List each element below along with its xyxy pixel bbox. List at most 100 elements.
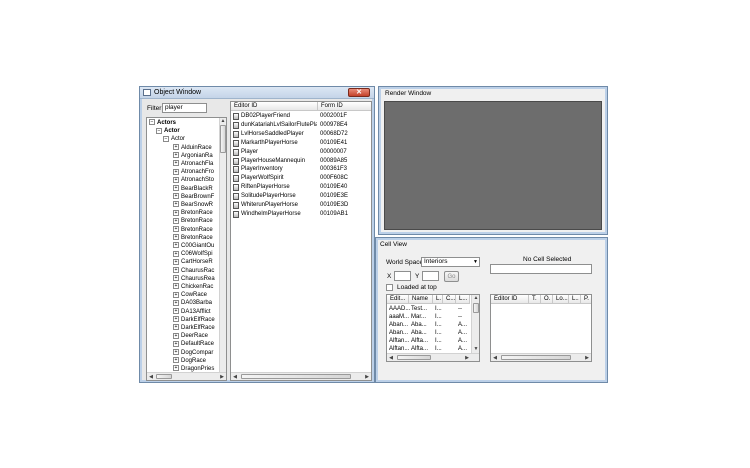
expand-icon[interactable]: + bbox=[173, 258, 179, 265]
expand-icon[interactable]: + bbox=[173, 365, 179, 372]
list-item[interactable]: dunKatariahLvlSailorFlutePla... 000978E4 bbox=[231, 121, 371, 130]
list-item[interactable]: WhiterunPlayerHorse 00109E3D bbox=[231, 201, 371, 210]
expand-icon[interactable]: + bbox=[173, 291, 179, 298]
expand-icon[interactable]: + bbox=[173, 332, 179, 339]
list-item[interactable]: PlayerWolfSpirit 000F608C bbox=[231, 174, 371, 183]
cell-row[interactable]: Aban... Aba... I... A... bbox=[387, 321, 471, 329]
expand-icon[interactable]: + bbox=[173, 193, 179, 200]
scroll-right-arrow[interactable]: ▶ bbox=[584, 355, 590, 361]
list-item[interactable]: MarkarthPlayerHorse 00109E41 bbox=[231, 139, 371, 148]
tree-node[interactable]: + DarkElfRace bbox=[173, 324, 215, 332]
expand-icon[interactable]: + bbox=[173, 144, 179, 151]
cell-row[interactable]: Alftan... Alfta... I... A... bbox=[387, 345, 471, 353]
cell-column-header-editor-id[interactable]: Edit... bbox=[387, 295, 409, 304]
expand-icon[interactable]: + bbox=[173, 217, 179, 224]
expand-icon[interactable]: + bbox=[173, 152, 179, 159]
scroll-left-arrow[interactable]: ◀ bbox=[148, 374, 154, 380]
expand-icon[interactable]: + bbox=[173, 201, 179, 208]
list-item[interactable]: LvlHorseSaddledPlayer 00068D72 bbox=[231, 130, 371, 139]
cell-list-horizontal-scrollbar[interactable]: ◀ ▶ bbox=[387, 353, 479, 361]
expand-icon[interactable]: + bbox=[173, 357, 179, 364]
scroll-left-arrow[interactable]: ◀ bbox=[492, 355, 498, 361]
tree-node[interactable]: + BretonRace bbox=[173, 226, 213, 234]
tree-node[interactable]: − Actors bbox=[149, 119, 176, 127]
object-column-header-lock[interactable]: Lo... bbox=[553, 295, 569, 304]
tree-node[interactable]: + BretonRace bbox=[173, 234, 213, 242]
expand-icon[interactable]: + bbox=[173, 160, 179, 167]
cell-row[interactable]: Alftan... Alfta... I... A... bbox=[387, 337, 471, 345]
close-button[interactable]: ✕ bbox=[348, 88, 370, 97]
object-column-header-type[interactable]: T. bbox=[529, 295, 541, 304]
expand-icon[interactable]: + bbox=[173, 299, 179, 306]
object-column-header-editor-id[interactable]: Editor ID bbox=[491, 295, 529, 304]
list-item[interactable]: RiftenPlayerHorse 00109E40 bbox=[231, 183, 371, 192]
collapse-icon[interactable]: − bbox=[156, 127, 162, 134]
expand-icon[interactable]: + bbox=[173, 226, 179, 233]
list-horizontal-scrollbar[interactable]: ◀ ▶ bbox=[231, 372, 371, 380]
world-space-dropdown[interactable]: Interiors ▼ bbox=[421, 257, 480, 267]
cell-column-header-location[interactable]: L. bbox=[433, 295, 443, 304]
cell-list-vertical-scrollbar[interactable]: ▲ ▼ bbox=[471, 295, 479, 353]
expand-icon[interactable]: + bbox=[173, 242, 179, 249]
tree-node[interactable]: + BretonRace bbox=[173, 217, 213, 225]
x-coordinate-input[interactable] bbox=[394, 271, 411, 281]
expand-icon[interactable]: + bbox=[173, 316, 179, 323]
object-list[interactable]: Editor ID Form ID DB02PlayerFriend 000200… bbox=[230, 101, 372, 381]
tree-node[interactable]: + BearBrownF bbox=[173, 193, 214, 201]
tree-node[interactable]: − Actor bbox=[156, 127, 180, 135]
scroll-right-arrow[interactable]: ▶ bbox=[364, 374, 370, 380]
tree-horizontal-scrollbar[interactable]: ◀ ▶ bbox=[147, 372, 226, 380]
filter-input[interactable]: player bbox=[162, 103, 207, 113]
tree-node[interactable]: + BearBlackR bbox=[173, 185, 213, 193]
cell-column-header-changed[interactable]: C... bbox=[443, 295, 456, 304]
tree-node[interactable]: + CartHorseR bbox=[173, 258, 213, 266]
object-column-header-persistent[interactable]: P. bbox=[581, 295, 591, 304]
expand-icon[interactable]: + bbox=[173, 308, 179, 315]
tree-node[interactable]: + C06WolfSpi bbox=[173, 250, 213, 258]
scroll-up-arrow[interactable]: ▲ bbox=[473, 295, 479, 301]
column-header-editor-id[interactable]: Editor ID bbox=[231, 102, 318, 111]
scrollbar-thumb[interactable] bbox=[220, 125, 226, 153]
tree-node[interactable]: + ArgonianRa bbox=[173, 152, 213, 160]
expand-icon[interactable]: + bbox=[173, 185, 179, 192]
list-item[interactable]: Player 00000007 bbox=[231, 148, 371, 157]
expand-icon[interactable]: + bbox=[173, 267, 179, 274]
tree-node[interactable]: + AlduinRace bbox=[173, 144, 212, 152]
scroll-right-arrow[interactable]: ▶ bbox=[464, 355, 470, 361]
scroll-left-arrow[interactable]: ◀ bbox=[232, 374, 238, 380]
expand-icon[interactable]: + bbox=[173, 176, 179, 183]
tree-node[interactable]: + C00GiantOu bbox=[173, 242, 214, 250]
tree-node[interactable]: + DefaultRace bbox=[173, 340, 214, 348]
tree-node[interactable]: + ChickenRac bbox=[173, 283, 213, 291]
tree-node[interactable]: + DA03Barba bbox=[173, 299, 212, 307]
scroll-down-arrow[interactable]: ▼ bbox=[473, 346, 479, 352]
scrollbar-thumb[interactable] bbox=[501, 355, 571, 360]
scrollbar-thumb[interactable] bbox=[473, 303, 479, 313]
scroll-left-arrow[interactable]: ◀ bbox=[388, 355, 394, 361]
tree-node[interactable]: + DarkElfRace bbox=[173, 316, 215, 324]
scrollbar-thumb[interactable] bbox=[241, 374, 351, 379]
y-coordinate-input[interactable] bbox=[422, 271, 439, 281]
tree-node[interactable]: + AtronachSto bbox=[173, 176, 214, 184]
collapse-icon[interactable]: − bbox=[149, 119, 155, 126]
tree-node[interactable]: + DA13Afflict bbox=[173, 308, 211, 316]
tree-vertical-scrollbar[interactable]: ▲ bbox=[219, 118, 226, 372]
tree-node[interactable]: + ChaurusRac bbox=[173, 267, 214, 275]
cell-row[interactable]: Aban... Aba... I... A... bbox=[387, 329, 471, 337]
cell-object-list-horizontal-scrollbar[interactable]: ◀ ▶ bbox=[491, 353, 591, 361]
scroll-right-arrow[interactable]: ▶ bbox=[219, 374, 225, 380]
go-button[interactable]: Go bbox=[444, 271, 459, 282]
object-column-header-level[interactable]: L.. bbox=[569, 295, 581, 304]
expand-icon[interactable]: + bbox=[173, 234, 179, 241]
object-window-titlebar[interactable]: Object Window ✕ bbox=[140, 87, 374, 99]
cell-row[interactable]: aaaM... Mar... I... -- bbox=[387, 313, 471, 321]
tree-node[interactable]: + CowRace bbox=[173, 291, 207, 299]
list-item[interactable]: DB02PlayerFriend 0002001F bbox=[231, 112, 371, 121]
tree-node[interactable]: + BretonRace bbox=[173, 209, 213, 217]
list-item[interactable]: WindhelmPlayerHorse 00109AB1 bbox=[231, 210, 371, 219]
expand-icon[interactable]: + bbox=[173, 250, 179, 257]
expand-icon[interactable]: + bbox=[173, 275, 179, 282]
tree-node[interactable]: + AtronachFro bbox=[173, 168, 214, 176]
scrollbar-thumb[interactable] bbox=[156, 374, 172, 379]
list-item[interactable]: PlayerInventory 000361F3 bbox=[231, 165, 371, 174]
